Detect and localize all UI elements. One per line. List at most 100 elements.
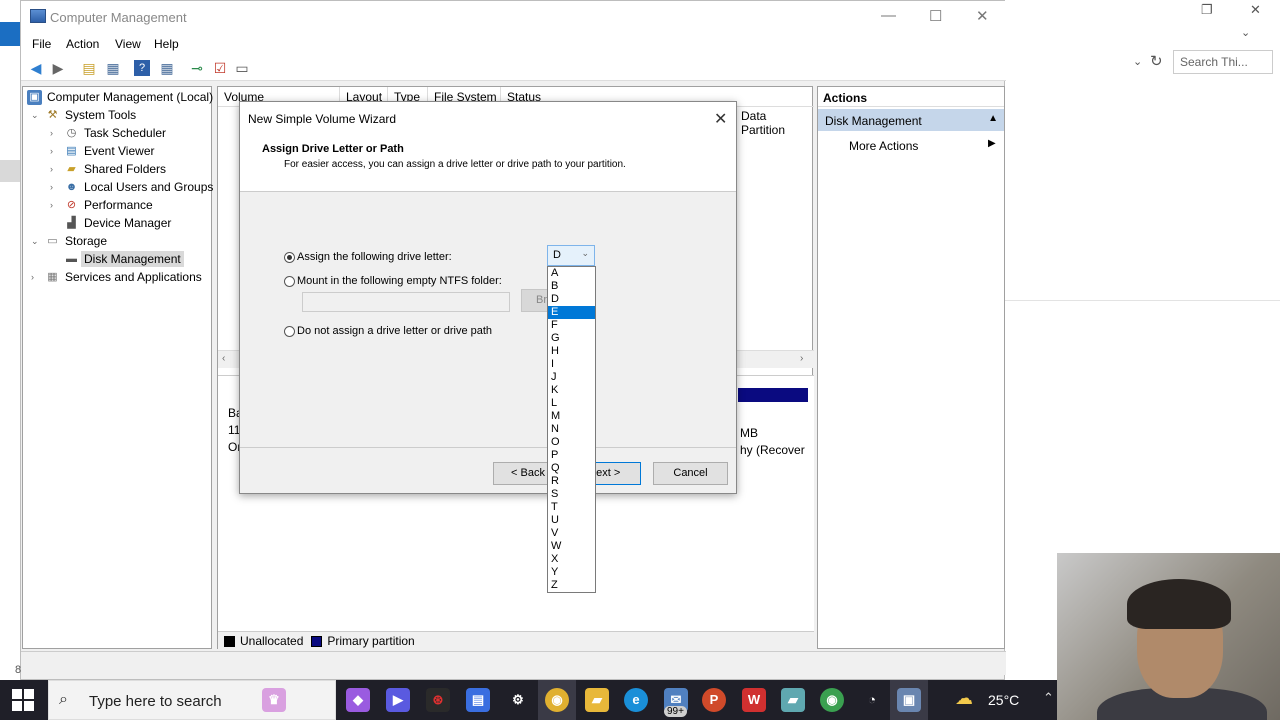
drive-letter-option[interactable]: W	[548, 540, 595, 553]
edge-icon[interactable]: e	[624, 688, 648, 712]
tree-item-task-scheduler[interactable]: › ◷ Task Scheduler	[50, 124, 166, 142]
weather-temperature[interactable]: 25°C	[988, 692, 1019, 708]
drive-letter-option[interactable]: F	[548, 319, 595, 332]
tree-item-performance[interactable]: › ⊘ Performance	[50, 196, 153, 214]
chrome-icon[interactable]: ◉	[545, 688, 569, 712]
copilot-icon[interactable]: ◆	[346, 688, 370, 712]
stream-icon[interactable]: ▶	[386, 688, 410, 712]
cancel-button[interactable]: Cancel	[653, 462, 728, 485]
drive-letter-option[interactable]: K	[548, 384, 595, 397]
scroll-left-icon[interactable]: ‹	[222, 353, 225, 364]
mount-folder-label[interactable]: Mount in the following empty NTFS folder…	[297, 275, 502, 287]
assign-letter-radio[interactable]	[284, 252, 295, 263]
minimize-icon[interactable]: —	[881, 7, 896, 24]
tree-item-shared-folders[interactable]: › ▰ Shared Folders	[50, 160, 166, 178]
close-icon[interactable]: ✕	[976, 7, 989, 25]
expanded-chevron-icon[interactable]: ⌄	[31, 236, 41, 247]
restore-icon[interactable]: ❐	[1201, 2, 1213, 18]
drive-letter-option[interactable]: Q	[548, 462, 595, 475]
drive-letter-option[interactable]: M	[548, 410, 595, 423]
collapse-triangle-icon[interactable]: ▲	[988, 113, 998, 124]
windows-start-icon[interactable]	[12, 689, 34, 711]
file-explorer-icon[interactable]: ▰	[585, 688, 609, 712]
drive-letter-option[interactable]: P	[548, 449, 595, 462]
no-letter-radio[interactable]	[284, 326, 295, 337]
drive-letter-option[interactable]: N	[548, 423, 595, 436]
chrome-profile-icon[interactable]: ◉	[820, 688, 844, 712]
help-icon[interactable]: ?	[134, 60, 150, 76]
wps-office-icon[interactable]: W	[742, 688, 766, 712]
collapsed-chevron-icon[interactable]: ›	[50, 200, 60, 210]
refresh-icon[interactable]: ↻	[1150, 52, 1163, 70]
expanded-chevron-icon[interactable]: ⌄	[31, 110, 41, 121]
scroll-right-icon[interactable]: ›	[800, 353, 803, 364]
taskbar-search-box[interactable]: ⌕ Type here to search	[48, 680, 336, 720]
collapsed-chevron-icon[interactable]: ›	[50, 164, 60, 174]
collapsed-chevron-icon[interactable]: ›	[50, 146, 60, 156]
tree-item-local-users[interactable]: › ☻ Local Users and Groups	[50, 178, 213, 196]
assign-letter-label[interactable]: Assign the following drive letter:	[297, 251, 452, 263]
drive-letter-option[interactable]: S	[548, 488, 595, 501]
drive-letter-option[interactable]: B	[548, 280, 595, 293]
tree-item-disk-management[interactable]: ▬ Disk Management	[64, 250, 184, 268]
maximize-icon[interactable]: ☐	[929, 7, 942, 25]
console-icon[interactable]: ▭	[234, 60, 250, 76]
settings-gear-icon[interactable]: ⚙	[506, 688, 530, 712]
drive-letter-option[interactable]: L	[548, 397, 595, 410]
forward-arrow-icon[interactable]: ▶	[50, 60, 66, 76]
mount-folder-radio[interactable]	[284, 276, 295, 287]
notes-app-icon[interactable]: ▰	[781, 688, 805, 712]
tree-item-storage[interactable]: ⌄ ▭ Storage	[31, 232, 107, 250]
properties-icon[interactable]: ▦	[159, 60, 175, 76]
security-app-icon[interactable]: ⊛	[426, 688, 450, 712]
menu-file[interactable]: File	[32, 37, 51, 51]
drive-letter-select[interactable]: D ⌄	[547, 245, 595, 266]
drive-letter-option[interactable]: D	[548, 293, 595, 306]
drive-letter-option[interactable]: O	[548, 436, 595, 449]
address-dropdown-icon[interactable]: ⌄	[1133, 55, 1142, 68]
drive-letter-option[interactable]: H	[548, 345, 595, 358]
tree-item-event-viewer[interactable]: › ▤ Event Viewer	[50, 142, 154, 160]
collapsed-chevron-icon[interactable]: ›	[31, 272, 41, 282]
up-folder-icon[interactable]: ▤	[81, 60, 97, 76]
folder-path-input[interactable]	[302, 292, 510, 312]
drive-letter-option[interactable]: Y	[548, 566, 595, 579]
drive-letter-option[interactable]: Z	[548, 579, 595, 592]
performance-monitor-icon[interactable]: ◔	[860, 688, 884, 712]
hat-icon[interactable]: ♛	[262, 688, 286, 712]
drive-letter-option[interactable]: A	[548, 267, 595, 280]
menu-action[interactable]: Action	[66, 37, 99, 51]
back-arrow-icon[interactable]: ◀	[28, 60, 44, 76]
tree-item-system-tools[interactable]: ⌄ ⚒ System Tools	[31, 106, 136, 124]
explorer-search-input[interactable]: Search Thi...	[1173, 50, 1273, 74]
tree-item-device-manager[interactable]: ▟ Device Manager	[64, 214, 171, 232]
drive-letter-option[interactable]: U	[548, 514, 595, 527]
store-icon[interactable]: ▤	[466, 688, 490, 712]
drive-letter-option[interactable]: I	[548, 358, 595, 371]
computer-management-taskbar-icon[interactable]: ▣	[897, 688, 921, 712]
drive-letter-option[interactable]: T	[548, 501, 595, 514]
drive-letter-option[interactable]: R	[548, 475, 595, 488]
primary-partition-bar[interactable]	[738, 388, 808, 402]
chevron-down-icon[interactable]: ⌄	[1241, 26, 1250, 39]
close-icon[interactable]: ✕	[714, 109, 727, 129]
menu-help[interactable]: Help	[154, 37, 179, 51]
actions-section-disk-management[interactable]: Disk Management ▲	[818, 109, 1004, 131]
drive-letter-option-highlighted[interactable]: E	[548, 306, 595, 319]
no-letter-label[interactable]: Do not assign a drive letter or drive pa…	[297, 325, 492, 337]
show-hide-tree-icon[interactable]: ▦	[105, 60, 121, 76]
chevron-down-icon[interactable]: ⌄	[581, 248, 589, 259]
tree-item-root[interactable]: ▣ Computer Management (Local)	[27, 88, 213, 106]
tray-chevron-icon[interactable]: ⌃	[1043, 690, 1054, 706]
drive-letter-option[interactable]: X	[548, 553, 595, 566]
weather-icon[interactable]: ☁	[955, 688, 973, 709]
collapsed-chevron-icon[interactable]: ›	[50, 182, 60, 192]
menu-view[interactable]: View	[115, 37, 141, 51]
drive-letter-option[interactable]: J	[548, 371, 595, 384]
collapsed-chevron-icon[interactable]: ›	[50, 128, 60, 138]
close-icon[interactable]: ✕	[1250, 2, 1261, 18]
powerpoint-icon[interactable]: P	[702, 688, 726, 712]
connect-icon[interactable]: ⊸	[189, 60, 205, 76]
more-actions-link[interactable]: More Actions	[849, 139, 918, 153]
checklist-icon[interactable]: ☑	[212, 60, 228, 76]
